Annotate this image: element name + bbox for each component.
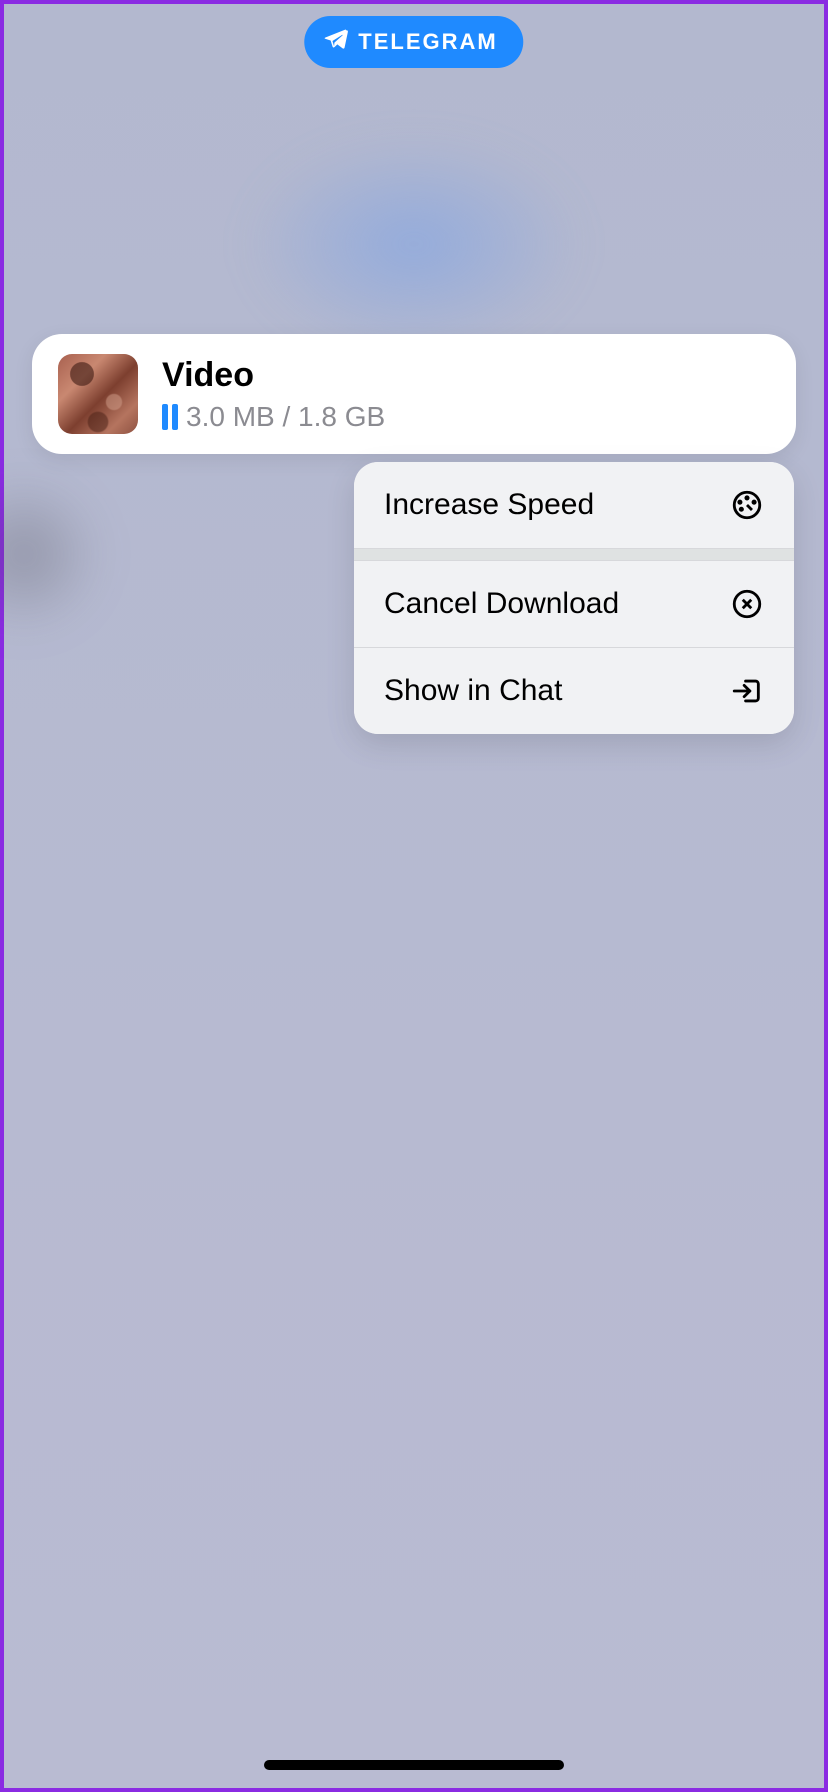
home-indicator[interactable] bbox=[264, 1760, 564, 1770]
context-menu: Increase Speed Cancel Download Show in C… bbox=[354, 462, 794, 734]
enter-chat-icon bbox=[730, 674, 764, 708]
menu-separator bbox=[354, 549, 794, 561]
cancel-download-menu-item[interactable]: Cancel Download bbox=[354, 561, 794, 648]
show-in-chat-menu-item[interactable]: Show in Chat bbox=[354, 648, 794, 734]
cancel-download-label: Cancel Download bbox=[384, 587, 619, 621]
show-in-chat-label: Show in Chat bbox=[384, 674, 562, 708]
telegram-app-pill[interactable]: TELEGRAM bbox=[304, 16, 523, 68]
background-blob bbox=[244, 134, 584, 354]
speedometer-icon bbox=[730, 488, 764, 522]
video-thumbnail bbox=[58, 354, 138, 434]
telegram-icon bbox=[322, 26, 348, 58]
pause-icon bbox=[162, 404, 178, 430]
download-item-card[interactable]: Video 3.0 MB / 1.8 GB bbox=[32, 334, 796, 454]
increase-speed-menu-item[interactable]: Increase Speed bbox=[354, 462, 794, 549]
telegram-app-label: TELEGRAM bbox=[358, 29, 497, 55]
download-info: Video 3.0 MB / 1.8 GB bbox=[162, 356, 385, 433]
download-progress-text: 3.0 MB / 1.8 GB bbox=[186, 401, 385, 433]
cancel-icon bbox=[730, 587, 764, 621]
download-title: Video bbox=[162, 356, 385, 395]
background-blob bbox=[0, 474, 104, 634]
increase-speed-label: Increase Speed bbox=[384, 488, 594, 522]
download-progress-row: 3.0 MB / 1.8 GB bbox=[162, 401, 385, 433]
